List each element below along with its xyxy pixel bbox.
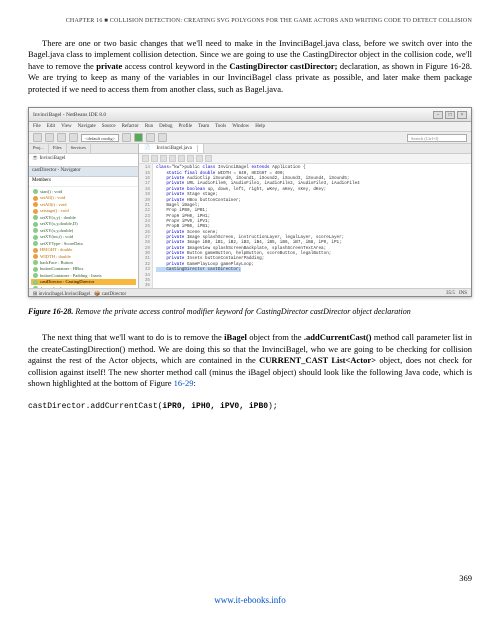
editor-button[interactable]: [205, 155, 212, 162]
editor-toolbar: [139, 154, 471, 164]
navigator-panel: Proj... Files Services ☕ InvinciBagel ca…: [29, 144, 139, 288]
para1-text: There are one or two basic changes that …: [28, 38, 472, 95]
footer-link[interactable]: www.it-ebooks.info: [0, 595, 500, 605]
editor-button[interactable]: [169, 155, 176, 162]
editor-button[interactable]: [187, 155, 194, 162]
menu-window[interactable]: Window: [232, 124, 249, 129]
menu-view[interactable]: View: [61, 124, 72, 129]
tab-services[interactable]: Services: [67, 144, 91, 153]
status-bar: ⊞ invincibagel.InvinciBagel 📦 castDirect…: [29, 288, 471, 297]
tab-projects[interactable]: Proj...: [29, 144, 49, 153]
toolbar-button[interactable]: [57, 133, 66, 142]
ide-screenshot: InvinciBagel - NetBeans IDE 8.0 ‒ □ × Fi…: [28, 107, 472, 297]
tab-files[interactable]: Files: [49, 144, 67, 153]
member-item[interactable]: down : boolean: [31, 285, 136, 288]
figure-number: Figure 16-28.: [28, 307, 73, 316]
run-button[interactable]: [134, 133, 143, 142]
figure-caption: Figure 16-28. Remove the private access …: [28, 307, 472, 316]
editor-tab[interactable]: 📄 InvinciBagel.java: [139, 144, 204, 153]
toolbar-button[interactable]: [158, 133, 167, 142]
insert-mode: INS: [459, 291, 467, 296]
status-member: 📦 castDirector: [94, 291, 126, 297]
minimize-button[interactable]: ‒: [433, 111, 443, 119]
editor-tabs: 📄 InvinciBagel.java: [139, 144, 471, 154]
window-title: InvinciBagel - NetBeans IDE 8.0: [33, 112, 106, 118]
caption-text: Remove the private access control modifi…: [73, 307, 410, 316]
menu-profile[interactable]: Profile: [179, 124, 193, 129]
navigator-header: castDirector - Navigator: [29, 167, 138, 177]
editor-panel: 📄 InvinciBagel.java 14 15 16 17 18 19 20…: [139, 144, 471, 288]
editor-button[interactable]: [178, 155, 185, 162]
menu-navigate[interactable]: Navigate: [78, 124, 96, 129]
page-number: 369: [459, 573, 472, 583]
status-class: ⊞ invincibagel.InvinciBagel: [33, 291, 90, 297]
members-list: start() : voidsetAll() : voidsetAll(i) :…: [29, 187, 138, 288]
chapter-header: CHAPTER 16 ■ COLLISION DETECTION: CREATI…: [28, 18, 472, 24]
code-content[interactable]: class="kw">public class InvinciBagel ext…: [153, 164, 471, 288]
menu-source[interactable]: Source: [102, 124, 116, 129]
menu-team[interactable]: Team: [198, 124, 209, 129]
menu-debug[interactable]: Debug: [159, 124, 172, 129]
close-button[interactable]: ×: [457, 111, 467, 119]
line-gutter: 14 15 16 17 18 19 20 21 22 23 24 25 26 2…: [139, 164, 153, 288]
menu-help[interactable]: Help: [255, 124, 265, 129]
cursor-position: 35:5: [446, 291, 455, 296]
paragraph-2: The next thing that we'll want to do is …: [28, 332, 472, 389]
toolbar-button[interactable]: [122, 133, 131, 142]
search-field[interactable]: Search (Ctrl+I): [407, 134, 467, 142]
menu-bar: File Edit View Navigate Source Refactor …: [29, 122, 471, 132]
menu-tools[interactable]: Tools: [215, 124, 226, 129]
panel-tabs: Proj... Files Services: [29, 144, 138, 154]
menu-run[interactable]: Run: [145, 124, 153, 129]
code-snippet: castDirector.addCurrentCast(iPR0, iPH0, …: [28, 402, 472, 411]
toolbar-button[interactable]: [146, 133, 155, 142]
code-editor[interactable]: 14 15 16 17 18 19 20 21 22 23 24 25 26 2…: [139, 164, 471, 288]
editor-button[interactable]: [196, 155, 203, 162]
members-header: Members: [29, 177, 138, 187]
toolbar-button[interactable]: [33, 133, 42, 142]
project-tree[interactable]: ☕ InvinciBagel: [29, 154, 138, 167]
menu-refactor[interactable]: Refactor: [122, 124, 139, 129]
toolbar-button[interactable]: [69, 133, 78, 142]
menu-edit[interactable]: Edit: [47, 124, 55, 129]
source-button[interactable]: [142, 155, 149, 162]
editor-button[interactable]: [160, 155, 167, 162]
main-toolbar: <default config> Search (Ctrl+I): [29, 132, 471, 144]
toolbar-button[interactable]: [45, 133, 54, 142]
menu-file[interactable]: File: [33, 124, 41, 129]
history-button[interactable]: [151, 155, 158, 162]
config-combo[interactable]: <default config>: [81, 134, 119, 142]
window-titlebar: InvinciBagel - NetBeans IDE 8.0 ‒ □ ×: [29, 108, 471, 122]
paragraph-1: There are one or two basic changes that …: [28, 38, 472, 95]
maximize-button[interactable]: □: [445, 111, 455, 119]
